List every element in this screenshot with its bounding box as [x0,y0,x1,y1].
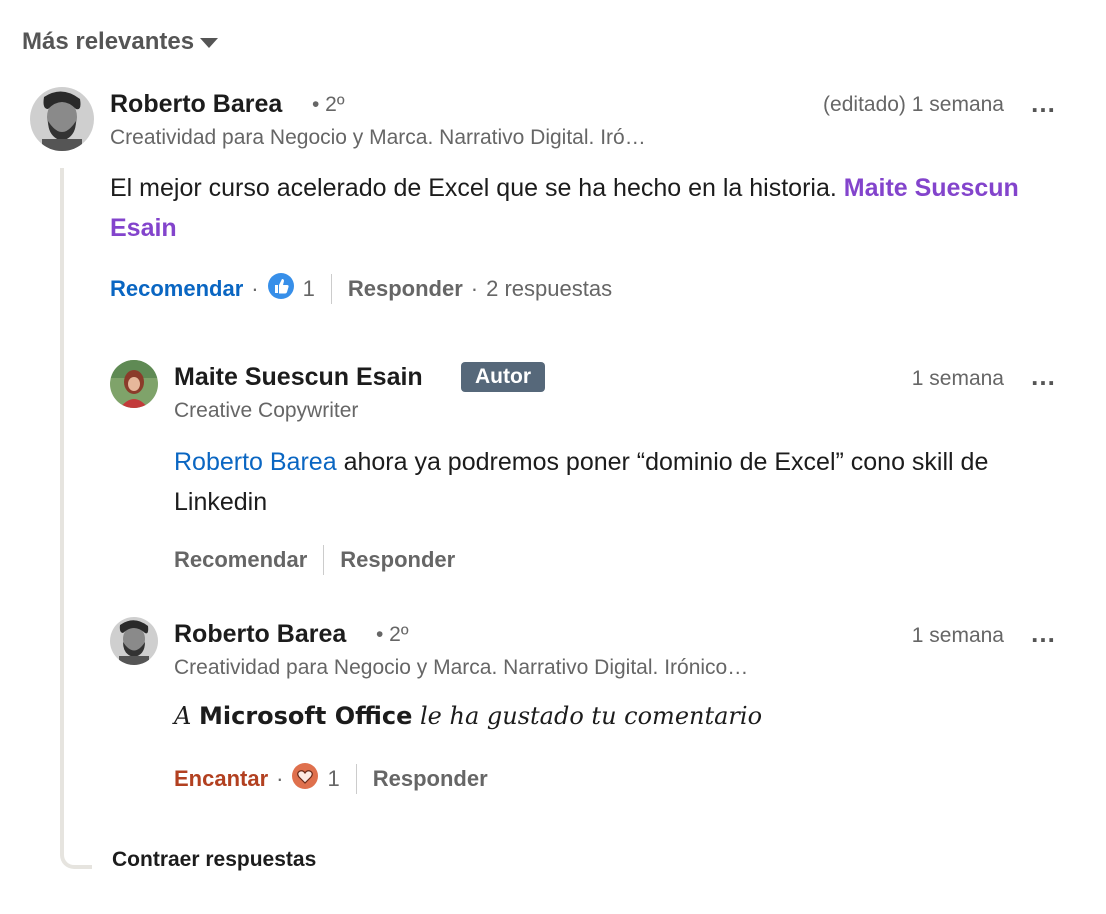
comment-author[interactable]: Roberto Barea [110,90,282,119]
avatar[interactable] [110,360,158,408]
divider [355,764,357,794]
reply-time: 1 semana [911,367,1004,390]
reply-time: 1 semana [911,624,1004,647]
note-prefix: A [174,702,192,730]
more-options-icon[interactable]: … [1030,361,1057,392]
comment-time: (editado) 1 semana [823,93,1004,116]
author-headline: Creative Copywriter [174,399,359,422]
dot-separator: · [470,276,479,301]
sort-dropdown[interactable]: Más relevantes [22,28,219,56]
like-count[interactable]: 1 [327,766,339,792]
heart-reaction-icon[interactable] [291,762,319,796]
collapse-replies-button[interactable]: Contraer respuestas [112,848,316,872]
mention-link[interactable]: Roberto Barea [174,448,337,476]
sort-label: Más relevantes [22,28,195,55]
avatar[interactable] [110,617,158,665]
comment-text: El mejor curso acelerado de Excel que se… [110,168,1050,248]
reply-button[interactable]: Responder [373,766,488,792]
reply-actions: Encantar · 1 Responder [174,762,488,796]
comment-body: El mejor curso acelerado de Excel que se… [110,174,837,202]
thread-line [60,168,92,869]
author-headline: Creatividad para Negocio y Marca. Narrat… [174,656,749,679]
replies-count[interactable]: 2 respuestas [486,276,612,302]
note-suffix: le ha gustado tu comentario [420,702,763,730]
comment-actions: Recomendar · 1 Responder · 2 respuestas [110,272,612,306]
caret-down-icon [200,38,219,48]
love-button[interactable]: Encantar [174,766,268,792]
more-options-icon[interactable]: … [1030,88,1057,119]
connection-degree: • 2º [376,623,409,646]
reply-text: Roberto Barea ahora ya podremos poner “d… [174,442,1054,522]
like-count[interactable]: 1 [303,276,315,302]
recommend-button[interactable]: Recomendar [110,276,243,302]
avatar[interactable] [30,87,94,151]
dot-separator: · [276,766,284,791]
reply-button[interactable]: Responder [348,276,463,302]
author-headline: Creatividad para Negocio y Marca. Narrat… [110,126,646,149]
reply-author[interactable]: Maite Suescun Esain [174,363,423,392]
divider [330,274,332,304]
more-options-icon[interactable]: … [1030,618,1057,649]
like-reaction-icon[interactable] [267,272,295,306]
note-company[interactable]: Microsoft Office [199,702,412,730]
recommend-button[interactable]: Recomendar [174,547,307,573]
divider [323,545,325,575]
reply-actions: Recomendar Responder [174,545,455,575]
dot-separator: · [251,276,259,301]
connection-degree: • 2º [312,93,345,116]
reaction-note: A Microsoft Office le ha gustado tu come… [174,702,762,730]
reply-button[interactable]: Responder [340,547,455,573]
author-badge: Autor [461,362,545,392]
reply-author[interactable]: Roberto Barea [174,620,346,649]
